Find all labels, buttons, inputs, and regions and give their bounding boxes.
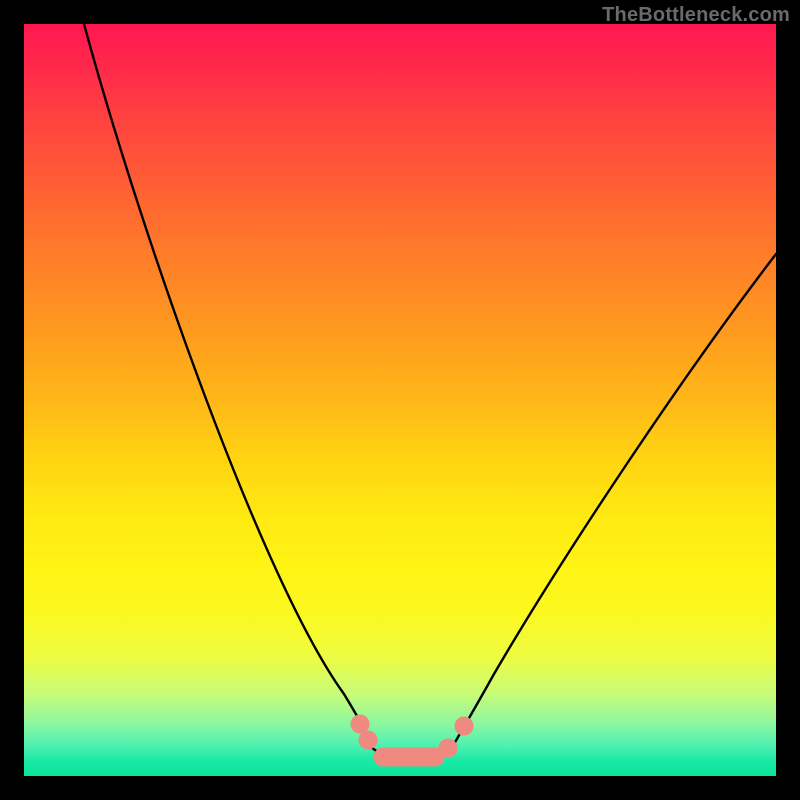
plot-area — [24, 24, 776, 776]
curve-layer — [24, 24, 776, 776]
bottleneck-curve — [84, 24, 776, 760]
chart-frame: TheBottleneck.com — [0, 0, 800, 800]
watermark-text: TheBottleneck.com — [602, 4, 790, 27]
